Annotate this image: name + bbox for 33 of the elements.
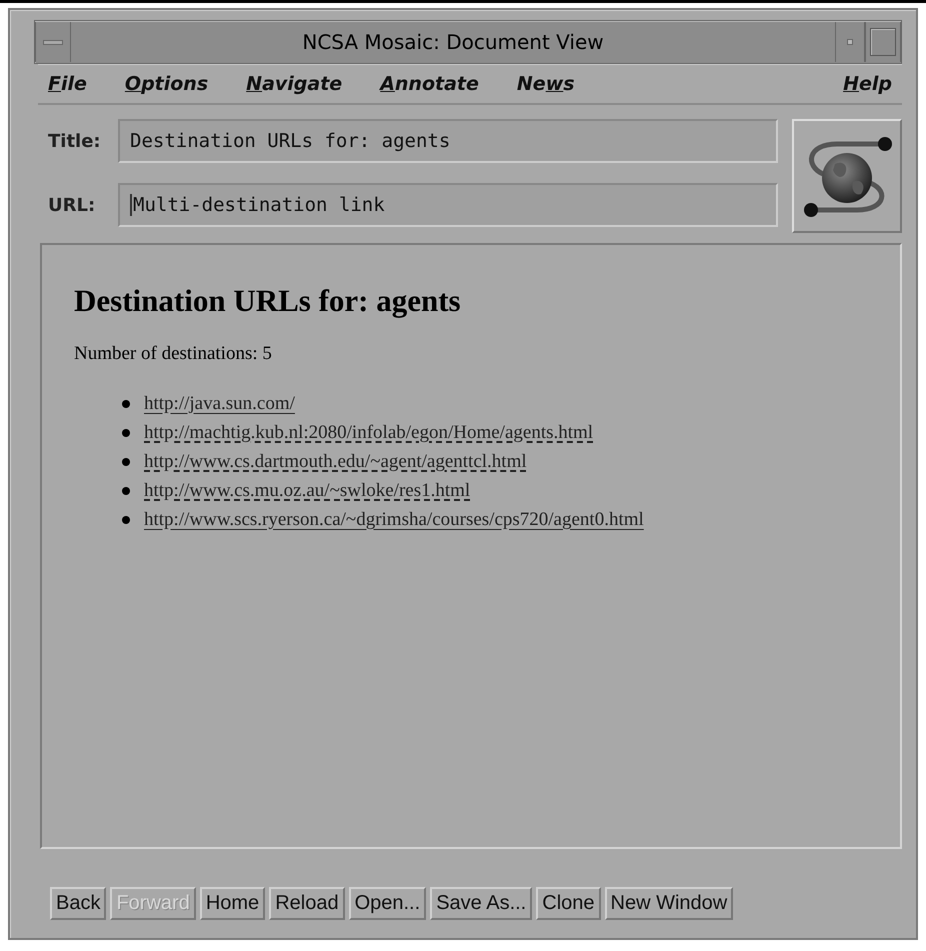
window-title: NCSA Mosaic: Document View (301, 30, 605, 54)
toolbar-button[interactable]: Reload (269, 887, 345, 920)
toolbar-button[interactable]: Clone (536, 887, 601, 920)
menu-item[interactable]: Help (843, 73, 892, 95)
link[interactable]: http://www.cs.mu.oz.au/~swloke/res1.html (144, 480, 470, 502)
url-field[interactable]: Multi-destination link (118, 183, 778, 227)
link[interactable]: http://www.cs.dartmouth.edu/~agent/agenttcl.html (144, 450, 527, 472)
title-field[interactable]: Destination URLs for: agents (118, 119, 778, 163)
field-label: Title: (48, 130, 102, 152)
menu-item[interactable]: Options (124, 73, 208, 95)
menu-item[interactable]: Annotate (380, 73, 479, 95)
page-heading: Destination URLs for: agents (74, 283, 462, 319)
bullet-icon (122, 458, 130, 466)
window-menu-button[interactable] (35, 22, 71, 62)
globe-logo-icon[interactable] (792, 119, 902, 233)
toolbar-button[interactable]: Open... (348, 887, 426, 920)
toolbar-button[interactable]: Save As... (430, 887, 532, 920)
toolbar-button[interactable]: Home (200, 887, 266, 920)
menu-item[interactable]: File (48, 73, 87, 95)
paragraph: Number of destinations: 5 (74, 343, 273, 365)
menu-item[interactable]: Navigate (246, 73, 342, 95)
bullet-icon (122, 516, 130, 524)
link[interactable]: http://java.sun.com/ (144, 392, 295, 414)
toolbar-button[interactable]: New Window (604, 887, 734, 920)
link[interactable]: http://www.scs.ryerson.ca/~dgrimsha/courses/cps720/agent0.html (144, 508, 644, 530)
bullet-icon (122, 400, 130, 408)
bullet-icon (122, 486, 130, 494)
toolbar-button[interactable]: Back (50, 887, 106, 920)
maximize-button[interactable] (865, 22, 901, 62)
field-label: URL: (48, 194, 96, 216)
menu-item[interactable]: News (516, 73, 575, 95)
bullet-icon (122, 428, 130, 436)
link[interactable]: http://machtig.kub.nl:2080/infolab/egon/Home/agents.html (144, 422, 594, 444)
